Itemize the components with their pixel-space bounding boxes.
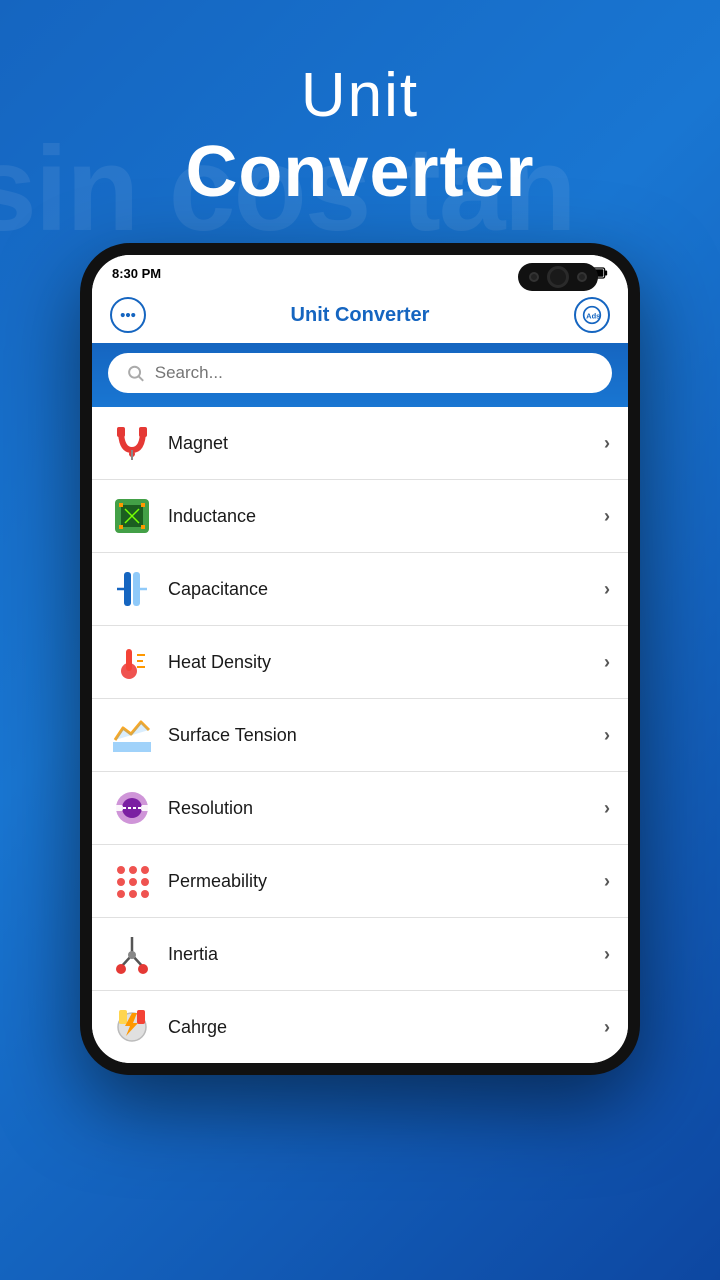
chevron-inductance: › <box>604 506 610 527</box>
icon-resolution <box>110 786 154 830</box>
list-item-inductance[interactable]: Inductance › <box>92 480 628 553</box>
phone-screen: 8:30 PM ✉ <box>92 255 628 1063</box>
search-container <box>92 343 628 407</box>
list-item-resolution[interactable]: Resolution › <box>92 772 628 845</box>
label-magnet: Magnet <box>168 433 590 454</box>
svg-text:Ads: Ads <box>586 311 600 320</box>
list-item-permeability[interactable]: Permeability › <box>92 845 628 918</box>
icon-capacitance <box>110 567 154 611</box>
icon-magnet <box>110 421 154 465</box>
converter-list: Magnet › Inductance › Capacitance › Heat De… <box>92 407 628 1063</box>
list-item-magnet[interactable]: Magnet › <box>92 407 628 480</box>
label-resolution: Resolution <box>168 798 590 819</box>
chevron-heat-density: › <box>604 652 610 673</box>
label-inductance: Inductance <box>168 506 590 527</box>
app-header: Unit Converter <box>185 60 534 213</box>
icon-charge <box>110 1005 154 1049</box>
chevron-charge: › <box>604 1017 610 1038</box>
label-capacitance: Capacitance <box>168 579 590 600</box>
chevron-resolution: › <box>604 798 610 819</box>
camera-small <box>529 272 539 282</box>
chevron-magnet: › <box>604 433 610 454</box>
camera-small2 <box>577 272 587 282</box>
label-charge: Cahrge <box>168 1017 590 1038</box>
list-item-capacitance[interactable]: Capacitance › <box>92 553 628 626</box>
chevron-inertia: › <box>604 944 610 965</box>
menu-button[interactable] <box>110 297 146 333</box>
chevron-capacitance: › <box>604 579 610 600</box>
app-bar: Unit Converter Ads <box>92 287 628 343</box>
label-permeability: Permeability <box>168 871 590 892</box>
chevron-surface-tension: › <box>604 725 610 746</box>
label-surface-tension: Surface Tension <box>168 725 590 746</box>
ads-button[interactable]: Ads <box>574 297 610 333</box>
label-heat-density: Heat Density <box>168 652 590 673</box>
status-time: 8:30 PM <box>112 266 161 281</box>
search-input[interactable] <box>155 363 594 383</box>
icon-heat-density <box>110 640 154 684</box>
header-unit: Unit <box>185 60 534 131</box>
list-item-surface-tension[interactable]: Surface Tension › <box>92 699 628 772</box>
search-icon <box>126 363 145 383</box>
phone-frame: 8:30 PM ✉ <box>80 243 640 1075</box>
camera-main <box>547 266 569 288</box>
list-item-charge[interactable]: Cahrge › <box>92 991 628 1063</box>
chevron-permeability: › <box>604 871 610 892</box>
header-converter: Converter <box>185 131 534 213</box>
list-item-inertia[interactable]: Inertia › <box>92 918 628 991</box>
camera-notch <box>518 263 598 291</box>
label-inertia: Inertia <box>168 944 590 965</box>
icon-inductance <box>110 494 154 538</box>
icon-surface-tension <box>110 713 154 757</box>
icon-inertia <box>110 932 154 976</box>
icon-permeability <box>110 859 154 903</box>
app-title: Unit Converter <box>291 304 430 327</box>
search-wrapper[interactable] <box>108 353 612 393</box>
list-item-heat-density[interactable]: Heat Density › <box>92 626 628 699</box>
